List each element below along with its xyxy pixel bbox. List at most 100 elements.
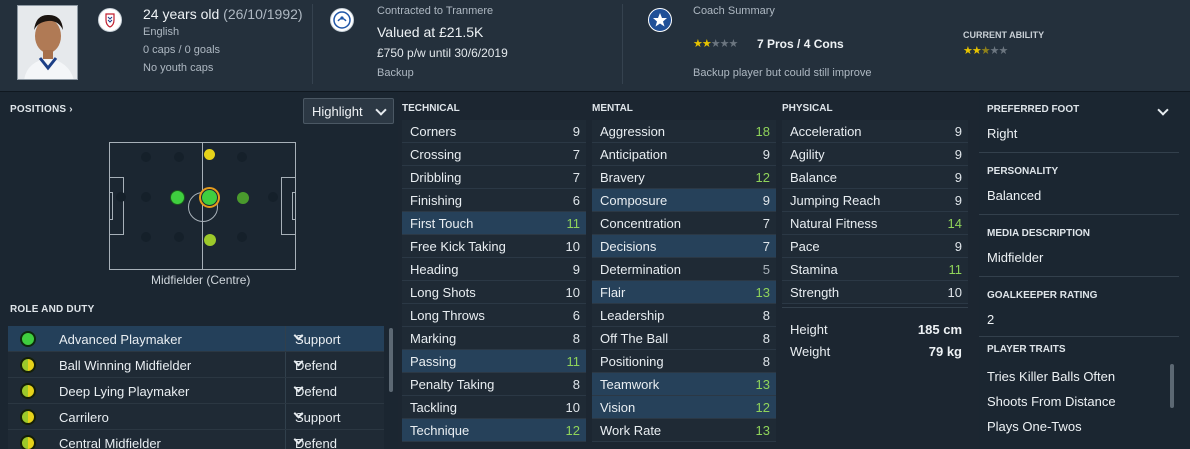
duty-dropdown[interactable]: Support <box>285 404 384 429</box>
attribute-value: 11 <box>566 216 581 231</box>
player-info-panel: PREFERRED FOOT Right PERSONALITY Balance… <box>979 92 1190 449</box>
player-trait[interactable]: Shoots From Distance <box>987 394 1116 409</box>
role-row[interactable]: Carrilero Support <box>8 404 384 430</box>
attribute-row[interactable]: Acceleration 9 <box>782 120 968 143</box>
attribute-name: Natural Fitness <box>790 216 878 231</box>
attribute-row[interactable]: Passing 11 <box>402 350 586 373</box>
attribute-row[interactable]: Decisions 7 <box>592 235 776 258</box>
position-marker-dc <box>141 192 151 202</box>
height-label: Height <box>790 322 828 337</box>
star-badge-icon <box>648 8 672 32</box>
duty-dropdown[interactable]: Defend <box>285 352 384 377</box>
duty-dropdown[interactable]: Support <box>285 326 384 351</box>
attribute-row[interactable]: Crossing 7 <box>402 143 586 166</box>
position-marker-mc-inner <box>202 190 217 205</box>
preferred-foot-label: PREFERRED FOOT <box>987 104 1080 115</box>
attribute-row[interactable]: Pace 9 <box>782 235 968 258</box>
attribute-value: 7 <box>572 170 580 185</box>
role-row[interactable]: Advanced Playmaker Support <box>8 326 384 352</box>
attribute-row[interactable]: Finishing 6 <box>402 189 586 212</box>
club-badge-icon[interactable] <box>330 8 354 32</box>
attribute-row[interactable]: Tackling 10 <box>402 396 586 419</box>
position-marker-mc-dm <box>170 190 185 205</box>
mental-attributes: MENTAL Aggression 18 Anticipation 9 Bravery 1… <box>592 100 776 442</box>
attribute-row[interactable]: Positioning 8 <box>592 350 776 373</box>
technical-attributes: TECHNICAL Corners 9 Crossing 7 Dribbling 7 Fin… <box>402 100 586 442</box>
attribute-row[interactable]: Corners 9 <box>402 120 586 143</box>
attribute-row[interactable]: Dribbling 7 <box>402 166 586 189</box>
attribute-row[interactable]: Balance 9 <box>782 166 968 189</box>
attribute-row[interactable]: Long Throws 6 <box>402 304 586 327</box>
attribute-name: Dribbling <box>410 170 462 185</box>
attribute-name: Work Rate <box>600 423 662 438</box>
attribute-name: Concentration <box>600 216 681 231</box>
duty-dropdown[interactable]: Defend <box>285 430 384 449</box>
attribute-row[interactable]: Marking 8 <box>402 327 586 350</box>
attribute-row[interactable]: Stamina 11 <box>782 258 968 281</box>
attribute-row[interactable]: Aggression 18 <box>592 120 776 143</box>
attribute-value: 9 <box>954 147 962 162</box>
attribute-row[interactable]: Jumping Reach 9 <box>782 189 968 212</box>
duty-dropdown[interactable]: Defend <box>285 378 384 403</box>
attribute-row[interactable]: Off The Ball 8 <box>592 327 776 350</box>
attribute-row[interactable]: Flair 13 <box>592 281 776 304</box>
role-row[interactable]: Central Midfielder Defend <box>8 430 384 449</box>
position-marker-amc <box>237 192 249 204</box>
coach-summary-label[interactable]: Coach Summary <box>693 5 775 17</box>
attribute-value: 9 <box>572 262 580 277</box>
attribute-value: 8 <box>572 331 580 346</box>
role-row[interactable]: Deep Lying Playmaker Defend <box>8 378 384 404</box>
attribute-row[interactable]: Vision 12 <box>592 396 776 419</box>
attribute-row[interactable]: Strength 10 <box>782 281 968 304</box>
role-row[interactable]: Ball Winning Midfielder Defend <box>8 352 384 378</box>
attribute-row[interactable]: Technique 12 <box>402 419 586 442</box>
attribute-row[interactable]: Long Shots 10 <box>402 281 586 304</box>
attribute-value: 7 <box>572 147 580 162</box>
attribute-row[interactable]: Natural Fitness 14 <box>782 212 968 235</box>
attribute-value: 12 <box>755 400 770 415</box>
attribute-value: 13 <box>755 285 770 300</box>
attribute-value: 10 <box>565 239 580 254</box>
attribute-name: Crossing <box>410 147 462 162</box>
highlight-dropdown[interactable]: Highlight <box>303 98 394 124</box>
role-suitability-half-icon <box>20 357 36 373</box>
attribute-name: Positioning <box>600 354 664 369</box>
traits-scrollbar[interactable] <box>1170 364 1174 408</box>
weight-value: 79 kg <box>928 344 962 359</box>
attribute-row[interactable]: Determination 5 <box>592 258 776 281</box>
chevron-down-icon[interactable] <box>1157 104 1169 116</box>
attribute-row[interactable]: Teamwork 13 <box>592 373 776 396</box>
attribute-row[interactable]: Heading 9 <box>402 258 586 281</box>
attribute-name: Long Throws <box>410 308 485 323</box>
attribute-name: Balance <box>790 170 837 185</box>
attribute-row[interactable]: Agility 9 <box>782 143 968 166</box>
attribute-row[interactable]: First Touch 11 <box>402 212 586 235</box>
attribute-row[interactable]: Composure 9 <box>592 189 776 212</box>
position-marker-dm-bot <box>174 232 184 242</box>
highlight-label: Highlight <box>312 104 363 119</box>
player-trait[interactable]: Tries Killer Balls Often <box>987 369 1115 384</box>
player-dob: (26/10/1992) <box>223 6 303 22</box>
attribute-row[interactable]: Concentration 7 <box>592 212 776 235</box>
role-name: Deep Lying Playmaker <box>59 384 190 399</box>
player-nationality[interactable]: English <box>143 26 179 38</box>
contract-club[interactable]: Contracted to Tranmere <box>377 5 493 17</box>
weight-row: Weight 79 kg <box>782 342 968 364</box>
attribute-name: Long Shots <box>410 285 476 300</box>
player-trait[interactable]: Plays One-Twos <box>987 419 1082 434</box>
attribute-row[interactable]: Bravery 12 <box>592 166 776 189</box>
attribute-value: 12 <box>755 170 770 185</box>
positions-link[interactable]: POSITIONS › <box>10 104 73 115</box>
attribute-name: Aggression <box>600 124 666 139</box>
attribute-row[interactable]: Penalty Taking 8 <box>402 373 586 396</box>
attribute-name: Vision <box>600 400 636 415</box>
attribute-row[interactable]: Free Kick Taking 10 <box>402 235 586 258</box>
attribute-row[interactable]: Anticipation 9 <box>592 143 776 166</box>
current-ability-stars: ★★★★★ <box>963 45 1008 57</box>
attribute-row[interactable]: Leadership 8 <box>592 304 776 327</box>
player-youth-caps: No youth caps <box>143 62 214 74</box>
roles-scrollbar[interactable] <box>389 328 393 392</box>
attribute-row[interactable]: Work Rate 13 <box>592 419 776 442</box>
chevron-down-icon <box>375 104 387 116</box>
attribute-name: First Touch <box>410 216 474 231</box>
